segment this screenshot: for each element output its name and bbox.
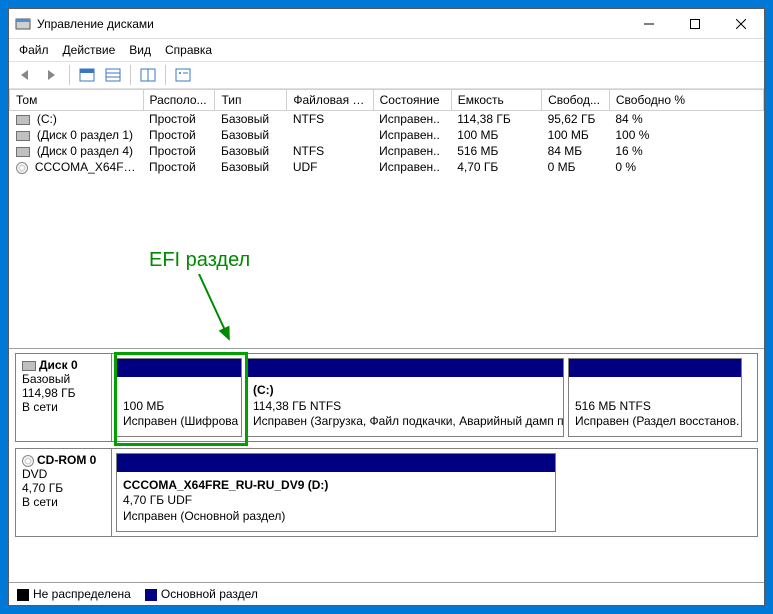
partition[interactable]: (C:)114,38 ГБ NTFSИсправен (Загрузка, Фа… [246, 358, 564, 437]
partition-header [117, 359, 241, 377]
view-table-button[interactable] [102, 64, 124, 86]
col-layout[interactable]: Располо... [143, 90, 215, 111]
forward-button[interactable] [41, 64, 63, 86]
menu-view[interactable]: Вид [129, 43, 151, 57]
menu-action[interactable]: Действие [63, 43, 116, 57]
back-button[interactable] [15, 64, 37, 86]
col-capacity[interactable]: Емкость [451, 90, 541, 111]
view-graphic-button[interactable] [137, 64, 159, 86]
partition-header [117, 454, 555, 472]
partition-header [569, 359, 741, 377]
col-volume[interactable]: Том [10, 90, 144, 111]
partition[interactable]: CCCOMA_X64FRE_RU-RU_DV9 (D:)4,70 ГБ UDFИ… [116, 453, 556, 532]
disk-management-window: Управление дисками Файл Действие Вид Спр… [8, 8, 765, 606]
properties-button[interactable] [172, 64, 194, 86]
partition-header [247, 359, 563, 377]
volume-list[interactable]: Том Располо... Тип Файловая с... Состоян… [9, 89, 764, 349]
annotation-label: EFI раздел [149, 249, 250, 272]
col-freepct[interactable]: Свободно % [609, 90, 763, 111]
col-fs[interactable]: Файловая с... [287, 90, 373, 111]
legend: Не распределена Основной раздел [9, 582, 764, 605]
col-status[interactable]: Состояние [373, 90, 451, 111]
menu-file[interactable]: Файл [19, 43, 49, 57]
col-type[interactable]: Тип [215, 90, 287, 111]
disk-row: Диск 0Базовый114,98 ГБВ сети 100 МБИспра… [15, 353, 758, 442]
close-button[interactable] [718, 9, 764, 39]
hdd-icon [16, 131, 30, 141]
maximize-button[interactable] [672, 9, 718, 39]
hdd-icon [22, 361, 36, 371]
table-row[interactable]: (Диск 0 раздел 1)ПростойБазовыйИсправен.… [10, 127, 764, 143]
table-row[interactable]: CCCOMA_X64FRE...ПростойБазовыйUDFИсправе… [10, 159, 764, 175]
toolbar [9, 61, 764, 89]
dvd-icon [22, 455, 34, 467]
legend-primary: Основной раздел [145, 587, 258, 601]
dvd-icon [16, 162, 28, 174]
disk-graphic-area[interactable]: Диск 0Базовый114,98 ГБВ сети 100 МБИспра… [9, 349, 764, 582]
table-row[interactable]: (C:)ПростойБазовыйNTFSИсправен..114,38 Г… [10, 111, 764, 128]
partition[interactable]: 100 МБИсправен (Шифрова [116, 358, 242, 437]
hdd-icon [16, 147, 30, 157]
legend-unallocated: Не распределена [17, 587, 131, 601]
volume-table: Том Располо... Тип Файловая с... Состоян… [9, 89, 764, 175]
view-top-button[interactable] [76, 64, 98, 86]
partition[interactable]: 516 МБ NTFSИсправен (Раздел восстанов. [568, 358, 742, 437]
disk-row: CD-ROM 0DVD4,70 ГБВ сетиCCCOMA_X64FRE_RU… [15, 448, 758, 537]
efi-annotation: EFI раздел [149, 249, 250, 272]
app-icon [15, 16, 31, 32]
titlebar: Управление дисками [9, 9, 764, 39]
menu-help[interactable]: Справка [165, 43, 212, 57]
table-row[interactable]: (Диск 0 раздел 4)ПростойБазовыйNTFSИспра… [10, 143, 764, 159]
window-title: Управление дисками [37, 17, 626, 31]
col-free[interactable]: Свобод... [542, 90, 610, 111]
disk-label[interactable]: Диск 0Базовый114,98 ГБВ сети [16, 354, 112, 441]
disk-label[interactable]: CD-ROM 0DVD4,70 ГБВ сети [16, 449, 112, 536]
hdd-icon [16, 115, 30, 125]
menubar: Файл Действие Вид Справка [9, 39, 764, 61]
minimize-button[interactable] [626, 9, 672, 39]
